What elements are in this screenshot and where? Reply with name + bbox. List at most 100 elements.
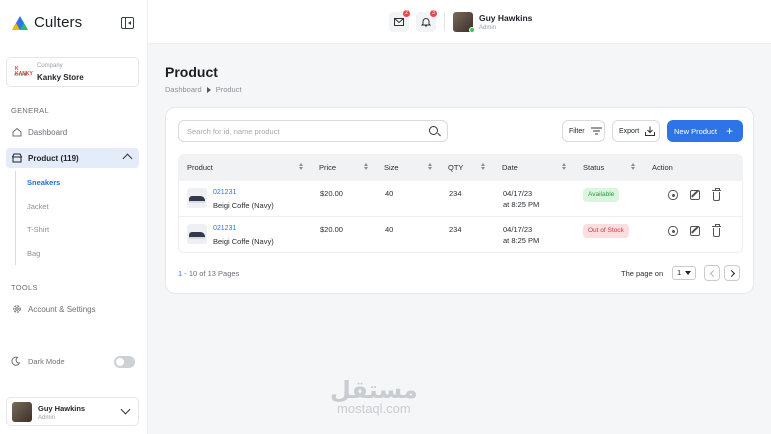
watermark-latin: mostaql.com [337, 401, 411, 416]
sidebar-item-dashboard[interactable]: Dashboard [6, 122, 139, 142]
export-button[interactable]: Export [612, 120, 660, 142]
breadcrumb-item-dashboard[interactable]: Dashboard [165, 85, 202, 94]
time-cell: at 8:25 PM [503, 236, 540, 245]
dark-mode-label: Dark Mode [28, 356, 65, 366]
sidebar-subitem-jacket[interactable]: Jacket [27, 202, 49, 211]
column-header-product[interactable]: Product [187, 163, 213, 172]
toggle-knob [116, 358, 124, 366]
delete-icon[interactable] [712, 188, 721, 201]
search-input[interactable] [187, 125, 417, 138]
brand[interactable]: Culters [12, 14, 82, 31]
date-cell: 04/17/23 [503, 189, 533, 198]
mail-button[interactable]: 2 [389, 10, 410, 32]
section-label-tools: TOOLS [11, 283, 38, 292]
sidebar-item-account-settings[interactable]: Account & Settings [6, 299, 139, 319]
dark-mode-row: Dark Mode [11, 356, 65, 366]
qty-cell: 234 [449, 225, 462, 234]
status-badge: Out of Stock [583, 224, 629, 238]
sidebar-subitem-sneakers[interactable]: Sneakers [27, 178, 60, 187]
size-cell: 40 [385, 189, 394, 198]
avatar [12, 402, 32, 422]
chevron-down-icon[interactable] [120, 404, 131, 415]
sneaker-image [189, 232, 205, 239]
store-icon [12, 153, 22, 163]
product-thumbnail [187, 188, 207, 208]
product-table: Product Price Size QTY Date Status Actio… [178, 154, 743, 253]
home-icon [12, 127, 22, 137]
sidebar-subitem-tshirt[interactable]: T-Shirt [27, 225, 49, 234]
edit-icon[interactable] [690, 190, 700, 200]
company-name: Kanky Store [37, 73, 84, 82]
view-icon[interactable] [668, 190, 678, 200]
page-on-label: The page on [621, 269, 664, 278]
watermark-arabic: مستقل [330, 376, 418, 404]
gear-icon [13, 305, 21, 313]
dark-mode-toggle[interactable] [114, 356, 135, 368]
plus-icon: + [725, 124, 733, 138]
filter-icon [590, 127, 602, 135]
sneaker-image [189, 196, 205, 203]
sidebar-item-label: Account & Settings [28, 304, 96, 314]
column-header-size[interactable]: Size [384, 163, 399, 172]
size-cell: 40 [385, 225, 394, 234]
date-cell: 04/17/23 [503, 225, 533, 234]
column-header-date[interactable]: Date [502, 163, 518, 172]
user-menu[interactable]: Guy Hawkins Admin [6, 397, 139, 426]
sidebar-subitem-bag[interactable]: Bag [27, 249, 40, 258]
new-product-label: New Product [674, 126, 717, 136]
sort-icon[interactable] [364, 163, 369, 171]
section-label-general: GENERAL [11, 106, 49, 115]
page-select[interactable]: 1 [672, 266, 696, 280]
pagination-range-rest: - 10 of 13 Pages [182, 269, 240, 278]
view-icon[interactable] [668, 226, 678, 236]
column-header-qty[interactable]: QTY [448, 163, 463, 172]
pagination-info: 1 - 10 of 13 Pages [178, 269, 239, 278]
filter-button[interactable]: Filter [562, 120, 605, 142]
watermark: مستقل mostaql.com [330, 378, 418, 416]
notification-button[interactable]: 3 [416, 10, 437, 32]
sort-icon[interactable] [299, 163, 304, 171]
divider [444, 13, 445, 31]
sort-icon[interactable] [481, 163, 486, 171]
collapse-sidebar-icon[interactable] [121, 17, 134, 29]
sidebar-item-label: Product (119) [28, 153, 79, 163]
user-name: Guy Hawkins [479, 13, 533, 23]
sort-icon[interactable] [562, 163, 567, 171]
user-role: Admin [38, 415, 56, 421]
sidebar-item-label: Dashboard [28, 127, 68, 137]
product-code-link[interactable]: 021231 [213, 189, 236, 196]
time-cell: at 8:25 PM [503, 200, 540, 209]
column-header-price[interactable]: Price [319, 163, 336, 172]
sort-icon[interactable] [631, 163, 636, 171]
previous-page-button[interactable] [704, 265, 720, 281]
mail-icon [394, 18, 404, 26]
mail-badge: 2 [403, 10, 410, 17]
product-thumbnail [187, 224, 207, 244]
search-box[interactable] [178, 120, 448, 142]
moon-icon [11, 356, 21, 366]
qty-cell: 234 [449, 189, 462, 198]
new-product-button[interactable]: New Product + [667, 120, 743, 142]
product-name: Beigi Coffe (Navy) [213, 237, 274, 246]
bell-icon [421, 18, 431, 27]
column-header-status[interactable]: Status [583, 163, 604, 172]
filter-label: Filter [569, 127, 585, 135]
brand-name: Culters [34, 14, 83, 31]
table-row[interactable]: 021231 Beigi Coffe (Navy) $20.00 40 234 … [178, 181, 743, 217]
bell-badge: 3 [430, 10, 437, 17]
user-role: Admin [479, 25, 497, 31]
sort-icon[interactable] [428, 163, 433, 171]
product-code-link[interactable]: 021231 [213, 225, 236, 232]
chevron-up-icon[interactable] [122, 153, 133, 164]
breadcrumb-item-product: Product [215, 85, 242, 94]
sidebar-item-product[interactable]: Product (119) [6, 148, 139, 168]
online-status-dot [469, 27, 475, 33]
next-page-button[interactable] [724, 265, 740, 281]
table-row[interactable]: 021231 Beigi Coffe (Navy) $20.00 40 234 … [178, 217, 743, 253]
company-label: Company [37, 63, 63, 69]
company-switcher[interactable]: K KANKY STORE Company Kanky Store [6, 57, 139, 87]
search-icon[interactable] [429, 126, 438, 135]
edit-icon[interactable] [690, 226, 700, 236]
delete-icon[interactable] [712, 224, 721, 237]
product-card: Filter Export New Product + Product Pric… [165, 107, 754, 294]
